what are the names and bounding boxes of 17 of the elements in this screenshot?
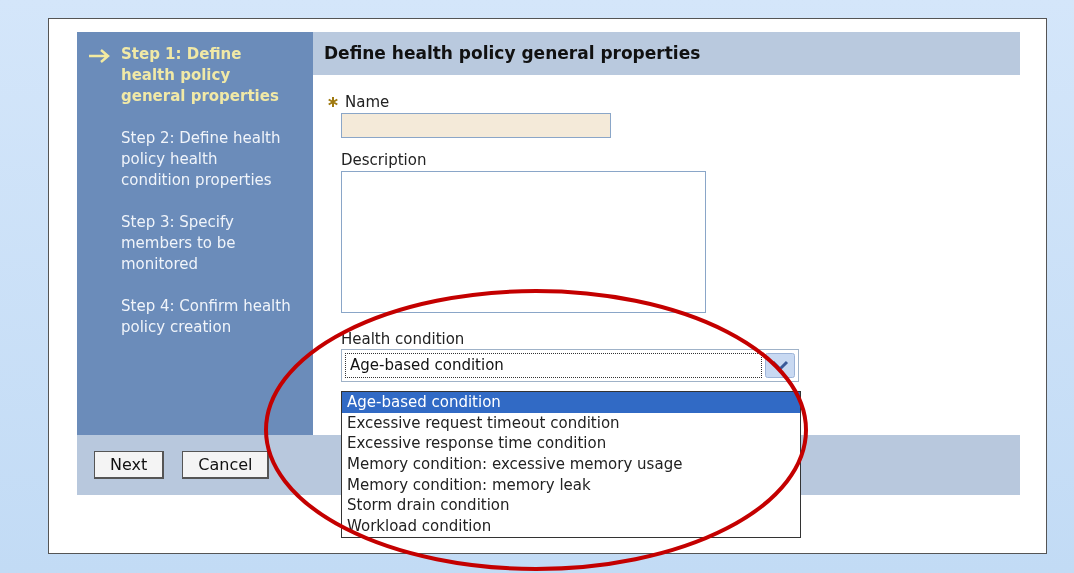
wizard-button[interactable]: Next (94, 451, 165, 479)
field-label: Description (341, 150, 428, 170)
dropdown-option[interactable]: Excessive request timeout condition (342, 412, 800, 434)
name-input[interactable] (341, 113, 611, 138)
select-value: Age-based condition (345, 353, 762, 378)
description-input[interactable] (341, 171, 706, 313)
dropdown-option[interactable]: Storm drain condition (342, 495, 800, 517)
condition-select[interactable]: Age-based condition (341, 349, 799, 382)
wizard-button[interactable]: Cancel (182, 451, 270, 479)
dropdown-option[interactable]: Memory condition: excessive memory usage (342, 454, 800, 475)
field-label: Name (345, 91, 390, 113)
panel-title: Define health policy general properties (324, 41, 701, 65)
dropdown-option[interactable]: Memory condition: memory leak (342, 474, 800, 496)
dropdown-option[interactable]: Workload condition (342, 516, 800, 537)
field-label: Health condition (341, 329, 466, 349)
dropdown-option[interactable]: Excessive response time condition (342, 433, 800, 455)
dropdown-option[interactable]: Age-based condition (342, 392, 800, 413)
